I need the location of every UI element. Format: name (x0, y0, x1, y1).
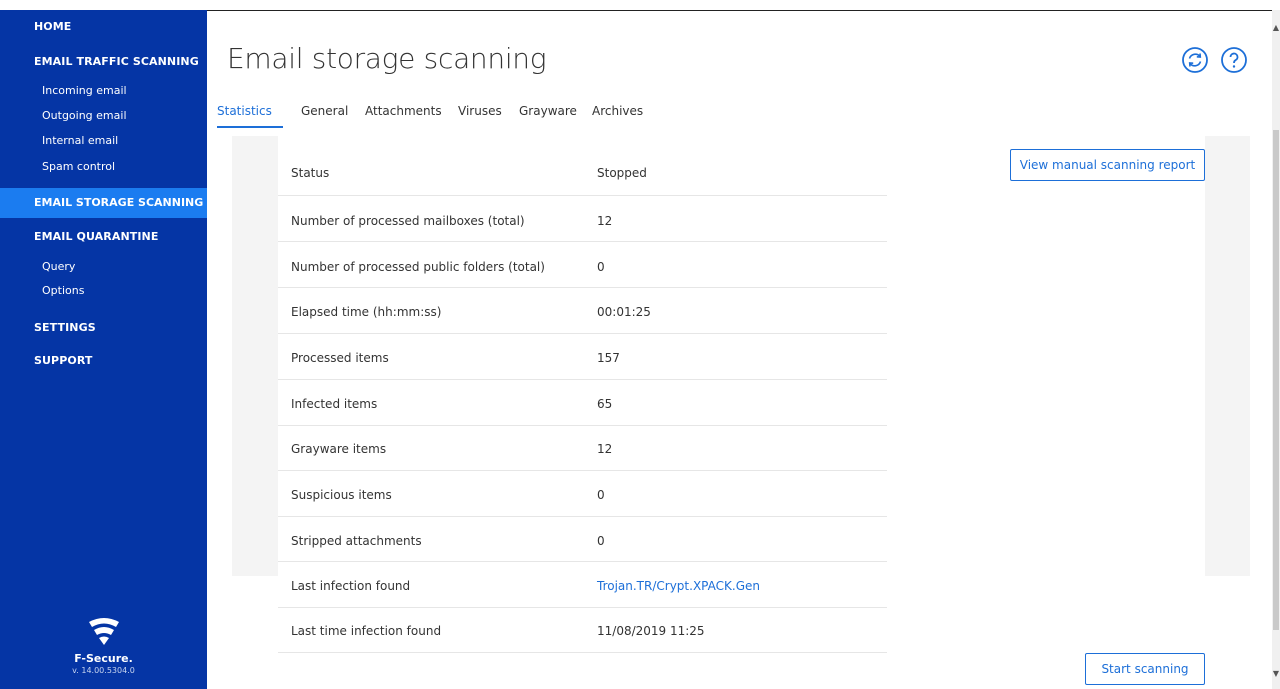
nav-email-traffic-scanning[interactable]: EMAIL TRAFFIC SCANNING (34, 55, 199, 68)
row-divider (278, 561, 887, 562)
start-scanning-button[interactable]: Start scanning (1085, 653, 1205, 685)
stat-label-processed-mailboxes: Number of processed mailboxes (total) (291, 214, 525, 228)
row-divider (278, 333, 887, 334)
nav-email-storage-scanning-label: EMAIL STORAGE SCANNING (34, 196, 204, 209)
stat-value-processed-items: 157 (597, 351, 620, 365)
nav-query[interactable]: Query (42, 260, 75, 273)
stat-label-suspicious-items: Suspicious items (291, 488, 392, 502)
row-divider (278, 379, 887, 380)
row-divider (278, 607, 887, 608)
nav-email-storage-scanning[interactable]: EMAIL STORAGE SCANNING (0, 188, 207, 218)
row-divider (278, 287, 887, 288)
help-icon[interactable] (1220, 46, 1248, 74)
scroll-up-icon[interactable]: ▲ (1272, 22, 1280, 34)
fsecure-logo: F-Secure. v. 14.00.5304.0 (0, 616, 207, 675)
row-divider (278, 195, 887, 196)
scroll-down-icon[interactable]: ▼ (1272, 668, 1280, 680)
nav-home[interactable]: HOME (34, 20, 71, 33)
fsecure-wifi-icon (88, 618, 119, 645)
nav-options[interactable]: Options (42, 284, 84, 297)
row-divider (278, 652, 887, 653)
row-divider (278, 470, 887, 471)
logo-name: F-Secure. (74, 652, 133, 665)
stat-value-stripped-attachments: 0 (597, 534, 605, 548)
stat-label-last-infection: Last infection found (291, 579, 411, 593)
nav-spam-control[interactable]: Spam control (42, 160, 115, 173)
nav-internal-email[interactable]: Internal email (42, 134, 118, 147)
stat-value-last-infection-time: 11/08/2019 11:25 (597, 624, 705, 638)
nav-outgoing-email[interactable]: Outgoing email (42, 109, 127, 122)
nav-support[interactable]: SUPPORT (34, 354, 93, 367)
view-manual-scanning-report-button[interactable]: View manual scanning report (1010, 149, 1205, 181)
stat-label-status: Status (291, 166, 330, 180)
tab-viruses[interactable]: Viruses (458, 104, 502, 118)
scrollbar-thumb[interactable] (1273, 130, 1279, 630)
refresh-icon[interactable] (1181, 46, 1209, 74)
nav-settings[interactable]: SETTINGS (34, 321, 96, 334)
tab-archives[interactable]: Archives (592, 104, 643, 118)
stat-label-infected-items: Infected items (291, 397, 378, 411)
nav-incoming-email[interactable]: Incoming email (42, 84, 127, 97)
stat-label-grayware-items: Grayware items (291, 442, 387, 456)
stat-value-infected-items: 65 (597, 397, 613, 411)
tab-grayware[interactable]: Grayware (519, 104, 577, 118)
stat-label-elapsed-time: Elapsed time (hh:mm:ss) (291, 305, 442, 319)
last-infection-link[interactable]: Trojan.TR/Crypt.XPACK.Gen (597, 579, 760, 593)
tab-statistics[interactable]: Statistics (217, 104, 272, 118)
sidebar: HOME EMAIL TRAFFIC SCANNING Incoming ema… (0, 10, 207, 689)
row-divider (278, 425, 887, 426)
stat-value-processed-public-folders: 0 (597, 260, 605, 274)
tab-general[interactable]: General (301, 104, 348, 118)
row-divider (278, 516, 887, 517)
stat-label-last-infection-time: Last time infection found (291, 624, 442, 638)
active-tab-indicator (217, 126, 283, 128)
top-strip (0, 0, 1280, 10)
stat-value-suspicious-items: 0 (597, 488, 605, 502)
stat-label-processed-items: Processed items (291, 351, 389, 365)
stat-label-stripped-attachments: Stripped attachments (291, 534, 422, 548)
stat-label-processed-public-folders: Number of processed public folders (tota… (291, 260, 545, 274)
row-divider (278, 241, 887, 242)
page-title: Email storage scanning (227, 42, 547, 75)
nav-email-quarantine[interactable]: EMAIL QUARANTINE (34, 230, 158, 243)
stat-value-status: Stopped (597, 166, 647, 180)
stat-value-processed-mailboxes: 12 (597, 214, 613, 228)
version-text: v. 14.00.5304.0 (72, 666, 135, 675)
stat-value-elapsed-time: 00:01:25 (597, 305, 651, 319)
statistics-panel (278, 136, 1205, 576)
stat-value-grayware-items: 12 (597, 442, 613, 456)
tab-attachments[interactable]: Attachments (365, 104, 442, 118)
top-divider (207, 10, 1280, 11)
